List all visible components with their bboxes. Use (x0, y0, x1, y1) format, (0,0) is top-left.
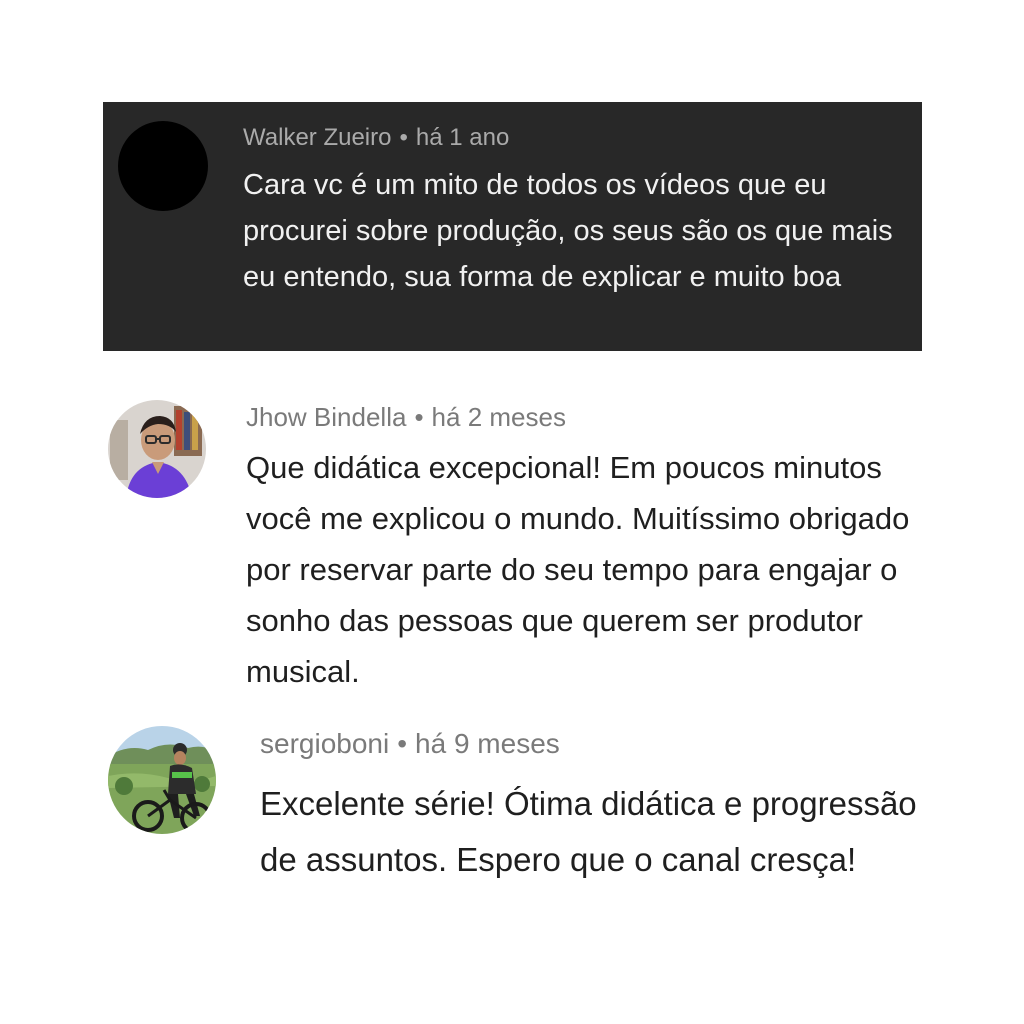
comment-text: Excelente série! Ótima didática e progre… (260, 785, 917, 878)
comment-text: Que didática excepcional! Em poucos minu… (246, 450, 910, 689)
avatar[interactable] (108, 400, 206, 498)
avatar[interactable] (118, 121, 208, 211)
meta-separator: • (414, 402, 424, 432)
meta-separator: • (397, 728, 408, 759)
comment-meta: sergioboni • há 9 meses (260, 728, 560, 760)
comment-card: Walker Zueiro • há 1 ano Cara vc é um mito… (103, 102, 922, 351)
meta-separator: • (399, 124, 408, 151)
comment-meta: Walker Zueiro • há 1 ano (243, 124, 509, 152)
avatar[interactable] (108, 726, 216, 834)
comment-time: há 1 ano (415, 124, 510, 151)
comment-meta: Jhow Bindella • há 2 meses (246, 402, 566, 433)
comment-author[interactable]: Walker Zueiro (243, 124, 391, 151)
cyclist-photo-avatar (108, 726, 216, 834)
comment-card: sergioboni • há 9 meses Excelente série! Ó… (108, 726, 938, 946)
comment-time: há 2 meses (431, 402, 566, 432)
comment-text: Cara vc é um mito de todos os vídeos que… (243, 169, 893, 293)
comment-card: Jhow Bindella • há 2 meses Que didática ex… (108, 398, 938, 698)
person-photo-avatar (108, 400, 206, 498)
comment-author[interactable]: sergioboni (260, 728, 389, 759)
comment-author[interactable]: Jhow Bindella (246, 402, 406, 432)
comment-time: há 9 meses (415, 728, 560, 759)
